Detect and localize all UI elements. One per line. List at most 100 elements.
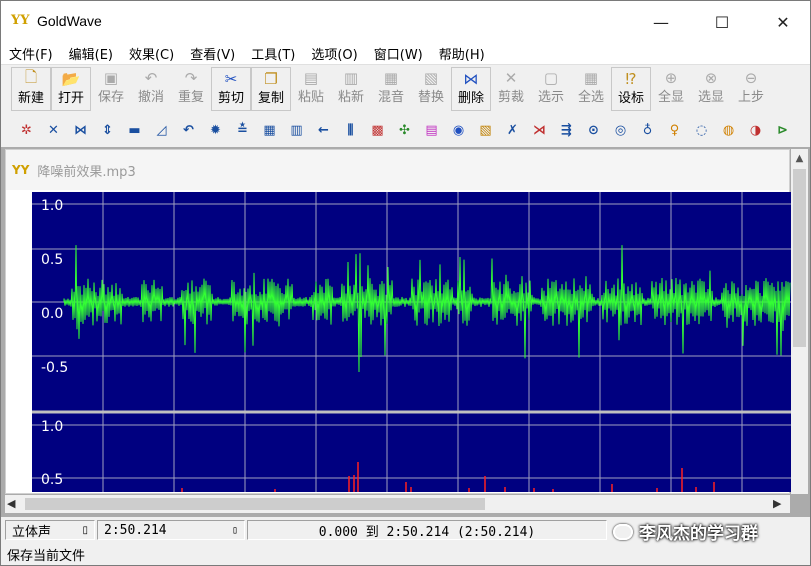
toolbar-button-label: 设标 xyxy=(617,91,644,106)
scroll-up-icon[interactable]: ▲ xyxy=(791,153,808,167)
window-title: GoldWave xyxy=(37,13,102,29)
close-button[interactable]: ✕ xyxy=(757,1,809,43)
save-disk-icon: ▣ xyxy=(103,69,119,87)
effect-icon-12[interactable]: ← xyxy=(310,117,337,143)
horizontal-scroll-thumb[interactable] xyxy=(25,498,485,510)
menu-4[interactable]: 工具(T) xyxy=(243,44,303,63)
scroll-right-icon[interactable]: ▶ xyxy=(773,497,787,511)
effect-icon-10[interactable]: ▦ xyxy=(256,117,283,143)
toolbar-button-11[interactable]: ⋈ 删除 xyxy=(451,67,491,111)
toolbar-button-17[interactable]: ⊗ 选显 xyxy=(691,67,731,111)
effect-icon-7[interactable]: ↶ xyxy=(175,117,202,143)
vertical-scrollbar[interactable]: ▲ xyxy=(791,149,808,494)
effect-icon-1[interactable]: ✲ xyxy=(13,117,40,143)
toolbar-button-15[interactable]: ⁉ 设标 xyxy=(611,67,651,111)
toolbar-button-label: 新建 xyxy=(17,91,44,106)
document-logo-icon: YY xyxy=(12,163,30,177)
scroll-left-icon[interactable]: ◀ xyxy=(7,497,21,511)
amplitude-label: 1.0 xyxy=(41,198,63,214)
amplitude-label: 0.0 xyxy=(41,306,63,322)
menu-3[interactable]: 查看(V) xyxy=(182,44,243,63)
menu-0[interactable]: 文件(F) xyxy=(1,44,61,63)
effect-icon-28[interactable]: ◑ xyxy=(742,117,769,143)
menu-7[interactable]: 帮助(H) xyxy=(431,44,493,63)
toolbar-button-label: 替换 xyxy=(417,90,444,105)
toolbar-button-label: 选显 xyxy=(697,90,724,105)
effect-icon-16[interactable]: ▤ xyxy=(418,117,445,143)
toolbar-button-label: 全选 xyxy=(577,90,604,105)
effect-icon-20[interactable]: ⋊ xyxy=(526,117,553,143)
effect-icon-5[interactable]: ▬ xyxy=(121,117,148,143)
toolbar-button-5[interactable]: ✂ 剪切 xyxy=(211,67,251,111)
amplitude-label: 1.0 xyxy=(41,419,63,435)
toolbar-button-4[interactable]: ↷ 重复 xyxy=(171,67,211,111)
wechat-icon xyxy=(613,523,633,540)
effect-icon-13[interactable]: ⫼ xyxy=(337,117,364,143)
toolbar-button-6[interactable]: ❐ 复制 xyxy=(251,67,291,111)
toolbar-button-2[interactable]: ▣ 保存 xyxy=(91,67,131,111)
toolbar-button-label: 删除 xyxy=(457,91,484,106)
effects-toolbar: ✲ ✕ ⋈ ⇕ ▬ ◿ ↶ ✹ ≛ ▦ ▥ ← ⫼ ▩ ✣ ▤ ◉ ▧ ✗ ⋊ ⇶ ⊙ ◎ ♁ ♀ ◌ ◍ ◑ ⊳ xyxy=(1,115,810,145)
channel-mode-cell[interactable]: 立体声 ▯ xyxy=(5,520,95,540)
effect-icon-18[interactable]: ▧ xyxy=(472,117,499,143)
maximize-button[interactable]: ☐ xyxy=(696,1,748,43)
effect-icon-8[interactable]: ✹ xyxy=(202,117,229,143)
effect-icon-26[interactable]: ◌ xyxy=(688,117,715,143)
effect-icon-14[interactable]: ▩ xyxy=(364,117,391,143)
horizontal-scrollbar[interactable]: ◀ ▶ xyxy=(5,495,790,513)
effect-icon-2[interactable]: ✕ xyxy=(40,117,67,143)
minimize-button[interactable]: — xyxy=(635,1,687,43)
effect-icon-21[interactable]: ⇶ xyxy=(553,117,580,143)
menu-5[interactable]: 选项(O) xyxy=(303,44,365,63)
toolbar-button-14[interactable]: ▦ 全选 xyxy=(571,67,611,111)
effect-icon-27[interactable]: ◍ xyxy=(715,117,742,143)
toolbar-button-12[interactable]: ✕ 剪裁 xyxy=(491,67,531,111)
main-toolbar: 🗋 新建 📂 打开 ▣ 保存 ↶ 撤消 ↷ 重复 ✂ 剪切 ❐ 复制 ▤ 粘贴 ▥ 粘新 ▦ 混音 ▧ 替换 ⋈ 删除 ✕ 剪裁 ▢… xyxy=(1,67,810,113)
waveform-view[interactable]: 1.0 0.5 0.0 -0.5 1.0 0.5 xyxy=(32,192,791,492)
duration-icon: ▯ xyxy=(231,524,238,536)
toolbar-button-3[interactable]: ↶ 撤消 xyxy=(131,67,171,111)
toolbar-button-1[interactable]: 📂 打开 xyxy=(51,67,91,111)
toolbar-button-label: 保存 xyxy=(97,90,124,105)
menu-6[interactable]: 窗口(W) xyxy=(366,44,431,63)
replace-icon: ▧ xyxy=(423,69,439,87)
effect-icon-6[interactable]: ◿ xyxy=(148,117,175,143)
effect-icon-29[interactable]: ⊳ xyxy=(769,117,796,143)
vertical-scroll-thumb[interactable] xyxy=(793,169,806,347)
toolbar-button-10[interactable]: ▧ 替换 xyxy=(411,67,451,111)
waveform-background xyxy=(32,192,791,492)
mix-icon: ▦ xyxy=(383,69,399,87)
effect-icon-25[interactable]: ♀ xyxy=(661,117,688,143)
paste-icon: ▤ xyxy=(303,69,319,87)
selection-range: 0.000 到 2:50.214 (2:50.214) xyxy=(318,524,536,540)
menu-1[interactable]: 编辑(E) xyxy=(61,44,121,63)
toolbar-button-16[interactable]: ⊕ 全显 xyxy=(651,67,691,111)
effect-icon-3[interactable]: ⋈ xyxy=(67,117,94,143)
app-logo-icon: YY xyxy=(11,13,30,28)
duration-value: 2:50.214 xyxy=(104,522,167,538)
toolbar-button-0[interactable]: 🗋 新建 xyxy=(11,67,51,111)
effect-icon-24[interactable]: ♁ xyxy=(634,117,661,143)
open-folder-icon: 📂 xyxy=(61,70,81,88)
select-view-icon: ▢ xyxy=(543,69,559,87)
toolbar-button-8[interactable]: ▥ 粘新 xyxy=(331,67,371,111)
toolbar-button-13[interactable]: ▢ 选示 xyxy=(531,67,571,111)
effect-icon-17[interactable]: ◉ xyxy=(445,117,472,143)
toolbar-button-7[interactable]: ▤ 粘贴 xyxy=(291,67,331,111)
menu-2[interactable]: 效果(C) xyxy=(121,44,182,63)
effect-icon-19[interactable]: ✗ xyxy=(499,117,526,143)
effect-icon-4[interactable]: ⇕ xyxy=(94,117,121,143)
toolbar-button-18[interactable]: ⊖ 上步 xyxy=(731,67,771,111)
toolbar-button-9[interactable]: ▦ 混音 xyxy=(371,67,411,111)
amplitude-label: 0.5 xyxy=(41,472,63,488)
show-all-icon: ⊕ xyxy=(664,69,678,87)
document-filename: 降噪前效果.mp3 xyxy=(37,164,136,180)
title-bar: YY GoldWave — ☐ ✕ xyxy=(1,1,810,43)
effect-icon-23[interactable]: ◎ xyxy=(607,117,634,143)
document-title-bar[interactable]: YY 降噪前效果.mp3 xyxy=(6,150,789,190)
effect-icon-11[interactable]: ▥ xyxy=(283,117,310,143)
effect-icon-22[interactable]: ⊙ xyxy=(580,117,607,143)
effect-icon-15[interactable]: ✣ xyxy=(391,117,418,143)
goldwave-window: YY GoldWave — ☐ ✕ 文件(F) 编辑(E) 效果(C) 查看(V) 工具… xyxy=(0,0,811,566)
effect-icon-9[interactable]: ≛ xyxy=(229,117,256,143)
